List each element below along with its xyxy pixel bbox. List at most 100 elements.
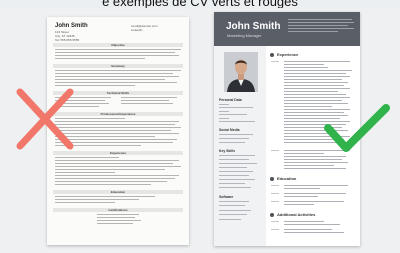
bad-resume-contact-line: Tel: 555-555-5555 <box>55 38 80 42</box>
text-line <box>284 204 314 205</box>
sidebar-line <box>219 210 251 211</box>
sidebar-line <box>219 104 229 105</box>
caption: e exemples de CV verts et rouges <box>102 0 298 8</box>
sidebar-line <box>219 183 245 184</box>
text-line <box>55 178 175 179</box>
date-line <box>271 185 279 186</box>
text-line <box>284 85 344 86</box>
sidebar-line <box>219 179 255 180</box>
star-icon <box>270 213 274 217</box>
sidebar-line <box>219 187 251 188</box>
text-line <box>284 196 318 197</box>
sidebar-line <box>219 214 247 215</box>
text-line <box>284 193 346 194</box>
text-line <box>284 188 320 189</box>
text-line <box>55 82 177 83</box>
date-line <box>271 201 279 202</box>
good-resume-header: John Smith Marketing Manager <box>214 12 360 46</box>
text-line <box>55 52 175 53</box>
sidebar-line <box>219 167 247 168</box>
sidebar-line <box>219 219 241 220</box>
text-line <box>284 165 334 166</box>
sidebar-line <box>219 142 245 143</box>
text-line <box>284 224 340 225</box>
text-line <box>121 103 173 104</box>
text-line <box>284 232 344 233</box>
date-line <box>271 221 279 222</box>
text-line <box>284 61 350 62</box>
good-resume-name: John Smith <box>226 21 281 32</box>
text-line <box>97 217 135 218</box>
text-line <box>284 221 324 222</box>
text-line <box>284 76 350 77</box>
intro-line <box>288 22 354 23</box>
sidebar-line <box>219 121 255 122</box>
text-line <box>284 91 338 92</box>
bad-resume-section-heading: Summary <box>53 64 183 68</box>
date-line <box>271 193 279 194</box>
text-line <box>55 184 151 185</box>
text-line <box>55 73 173 74</box>
comparison-stage: John Smith 123 Street City, ST 12345 Tel… <box>0 8 400 253</box>
text-line <box>55 166 181 167</box>
text-line <box>284 82 348 83</box>
date-line <box>271 61 279 62</box>
good-resume-title: Marketing Manager <box>227 33 262 38</box>
sidebar-personal-data: Personal Data <box>219 98 242 102</box>
text-line <box>284 97 350 98</box>
sidebar-key-skills: Key Skills <box>219 149 236 153</box>
text-line <box>284 168 346 169</box>
text-line <box>284 201 344 202</box>
bad-resume-header: John Smith 123 Street City, ST 12345 Tel… <box>55 23 185 42</box>
intro-line <box>288 19 352 20</box>
profile-photo <box>224 52 258 92</box>
bad-resume-section-heading: Certifications <box>53 208 183 212</box>
bad-resume-section-heading: Education <box>53 190 183 194</box>
text-line <box>55 172 115 173</box>
date-line <box>271 150 279 151</box>
sidebar-line <box>219 201 249 202</box>
text-line <box>284 67 328 68</box>
text-line <box>284 73 346 74</box>
sidebar-line <box>219 159 249 160</box>
text-line <box>55 196 155 197</box>
text-line <box>55 70 181 71</box>
sidebar-social-media: Social Media <box>219 128 240 132</box>
section-experience: Experience <box>277 52 299 57</box>
text-line <box>55 49 181 50</box>
text-line <box>121 100 169 101</box>
green-check-icon <box>324 104 390 152</box>
text-line <box>284 94 346 95</box>
bad-resume-linkedin: LinkedIn <box>131 28 143 32</box>
sidebar-line <box>219 205 245 206</box>
text-line <box>55 157 119 158</box>
text-line <box>284 185 348 186</box>
text-line <box>284 64 324 65</box>
text-line <box>284 88 350 89</box>
sidebar-line <box>219 175 249 176</box>
text-line <box>121 97 177 98</box>
intro-line <box>288 28 354 29</box>
graduation-cap-icon <box>270 177 274 181</box>
text-line <box>97 214 139 215</box>
text-line <box>55 199 139 200</box>
sidebar-line <box>219 138 249 139</box>
sidebar-line <box>219 155 255 156</box>
text-line <box>55 181 167 182</box>
intro-line <box>288 31 338 32</box>
text-line <box>97 220 141 221</box>
bad-resume-section-heading: Objective <box>53 43 183 47</box>
text-line <box>55 175 179 176</box>
text-line <box>284 70 352 71</box>
text-line <box>55 202 115 203</box>
text-line <box>55 58 145 59</box>
sidebar-software: Software <box>219 195 234 199</box>
text-line <box>284 79 342 80</box>
sidebar-line <box>219 111 229 112</box>
bad-resume-name: John Smith <box>55 23 88 29</box>
bad-resume-contact-right: email@domain.com LinkedIn <box>131 24 158 32</box>
sidebar-line <box>219 171 253 172</box>
person-icon <box>224 52 258 92</box>
intro-line <box>288 25 348 26</box>
text-line <box>55 79 165 80</box>
